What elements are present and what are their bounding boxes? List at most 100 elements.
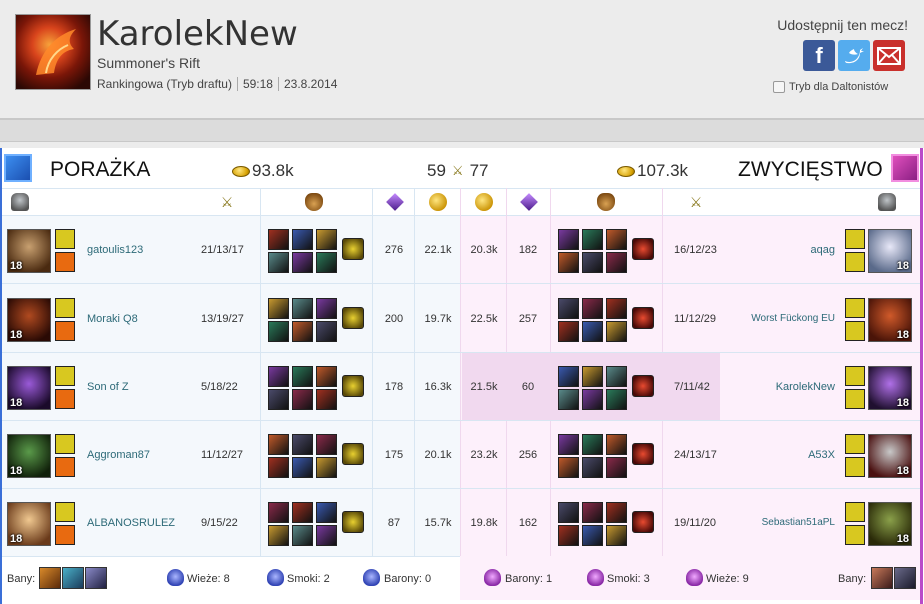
item-icon[interactable] xyxy=(316,252,337,273)
trinket-icon[interactable] xyxy=(342,375,364,397)
champion-portrait[interactable]: 18 xyxy=(868,366,912,410)
item-icon[interactable] xyxy=(582,389,603,410)
item-icon[interactable] xyxy=(268,457,289,478)
summoner-spell-icon[interactable] xyxy=(55,321,75,341)
item-icon[interactable] xyxy=(268,298,289,319)
summoner-spell-icon[interactable] xyxy=(55,252,75,272)
item-icon[interactable] xyxy=(292,366,313,387)
summoner-spell-icon[interactable] xyxy=(55,457,75,477)
item-icon[interactable] xyxy=(316,321,337,342)
item-icon[interactable] xyxy=(268,525,289,546)
item-icon[interactable] xyxy=(606,298,627,319)
ban-champion-icon[interactable] xyxy=(85,567,107,589)
player-name-link[interactable]: gatoulis123 xyxy=(87,244,143,256)
item-icon[interactable] xyxy=(582,525,603,546)
player-name-link[interactable]: aqag xyxy=(811,244,835,256)
item-icon[interactable] xyxy=(292,389,313,410)
item-icon[interactable] xyxy=(558,434,579,455)
summoner-spell-icon[interactable] xyxy=(845,525,865,545)
mail-icon[interactable] xyxy=(873,40,905,71)
item-icon[interactable] xyxy=(316,525,337,546)
trinket-icon[interactable] xyxy=(342,238,364,260)
ban-champion-icon[interactable] xyxy=(39,567,61,589)
champion-portrait[interactable]: 18 xyxy=(7,434,51,478)
summoner-spell-icon[interactable] xyxy=(845,298,865,318)
ban-champion-icon[interactable] xyxy=(62,567,84,589)
item-icon[interactable] xyxy=(606,525,627,546)
item-icon[interactable] xyxy=(582,321,603,342)
item-icon[interactable] xyxy=(268,252,289,273)
colorblind-checkbox[interactable] xyxy=(773,81,785,93)
item-icon[interactable] xyxy=(558,366,579,387)
trinket-icon[interactable] xyxy=(632,307,654,329)
summoner-spell-icon[interactable] xyxy=(55,298,75,318)
champion-portrait[interactable]: 18 xyxy=(868,229,912,273)
item-icon[interactable] xyxy=(558,502,579,523)
trinket-icon[interactable] xyxy=(342,307,364,329)
item-icon[interactable] xyxy=(316,434,337,455)
player-name-link[interactable]: Aggroman87 xyxy=(87,449,150,461)
item-icon[interactable] xyxy=(268,366,289,387)
item-icon[interactable] xyxy=(582,457,603,478)
facebook-icon[interactable]: f xyxy=(803,40,835,71)
item-icon[interactable] xyxy=(316,457,337,478)
item-icon[interactable] xyxy=(268,321,289,342)
champion-portrait[interactable]: 18 xyxy=(7,298,51,342)
item-icon[interactable] xyxy=(582,366,603,387)
champion-portrait[interactable]: 18 xyxy=(868,298,912,342)
player-name-link[interactable]: Son of Z xyxy=(87,381,129,393)
trinket-icon[interactable] xyxy=(342,511,364,533)
item-icon[interactable] xyxy=(292,229,313,250)
item-icon[interactable] xyxy=(582,229,603,250)
summoner-spell-icon[interactable] xyxy=(845,366,865,386)
item-icon[interactable] xyxy=(292,502,313,523)
summoner-spell-icon[interactable] xyxy=(55,502,75,522)
item-icon[interactable] xyxy=(292,321,313,342)
item-icon[interactable] xyxy=(582,502,603,523)
item-icon[interactable] xyxy=(558,229,579,250)
item-icon[interactable] xyxy=(292,434,313,455)
item-icon[interactable] xyxy=(582,434,603,455)
summoner-spell-icon[interactable] xyxy=(845,321,865,341)
item-icon[interactable] xyxy=(558,298,579,319)
item-icon[interactable] xyxy=(268,389,289,410)
summoner-spell-icon[interactable] xyxy=(845,229,865,249)
champion-portrait[interactable]: 18 xyxy=(7,502,51,546)
item-icon[interactable] xyxy=(582,252,603,273)
summoner-spell-icon[interactable] xyxy=(845,502,865,522)
colorblind-toggle[interactable]: Tryb dla Daltonistów xyxy=(773,81,888,93)
item-icon[interactable] xyxy=(606,434,627,455)
item-icon[interactable] xyxy=(316,229,337,250)
player-name-link[interactable]: Moraki Q8 xyxy=(87,313,138,325)
item-icon[interactable] xyxy=(316,389,337,410)
item-icon[interactable] xyxy=(292,457,313,478)
item-icon[interactable] xyxy=(268,229,289,250)
item-icon[interactable] xyxy=(268,502,289,523)
item-icon[interactable] xyxy=(606,457,627,478)
ban-champion-icon[interactable] xyxy=(894,567,916,589)
player-name-link[interactable]: Sebastian51aPL xyxy=(762,517,835,528)
summoner-spell-icon[interactable] xyxy=(845,252,865,272)
twitter-icon[interactable] xyxy=(838,40,870,71)
item-icon[interactable] xyxy=(558,457,579,478)
trinket-icon[interactable] xyxy=(632,443,654,465)
summoner-spell-icon[interactable] xyxy=(845,434,865,454)
summoner-spell-icon[interactable] xyxy=(55,434,75,454)
champion-portrait[interactable]: 18 xyxy=(7,366,51,410)
champion-portrait[interactable]: 18 xyxy=(868,502,912,546)
item-icon[interactable] xyxy=(606,229,627,250)
item-icon[interactable] xyxy=(268,434,289,455)
champion-portrait[interactable]: 18 xyxy=(868,434,912,478)
trinket-icon[interactable] xyxy=(342,443,364,465)
item-icon[interactable] xyxy=(606,252,627,273)
summoner-spell-icon[interactable] xyxy=(55,389,75,409)
player-name-link[interactable]: Worst Fückong EU xyxy=(751,313,835,324)
trinket-icon[interactable] xyxy=(632,238,654,260)
item-icon[interactable] xyxy=(582,298,603,319)
champion-portrait[interactable]: 18 xyxy=(7,229,51,273)
item-icon[interactable] xyxy=(606,366,627,387)
summoner-spell-icon[interactable] xyxy=(55,229,75,249)
summoner-spell-icon[interactable] xyxy=(845,457,865,477)
item-icon[interactable] xyxy=(558,252,579,273)
item-icon[interactable] xyxy=(316,298,337,319)
